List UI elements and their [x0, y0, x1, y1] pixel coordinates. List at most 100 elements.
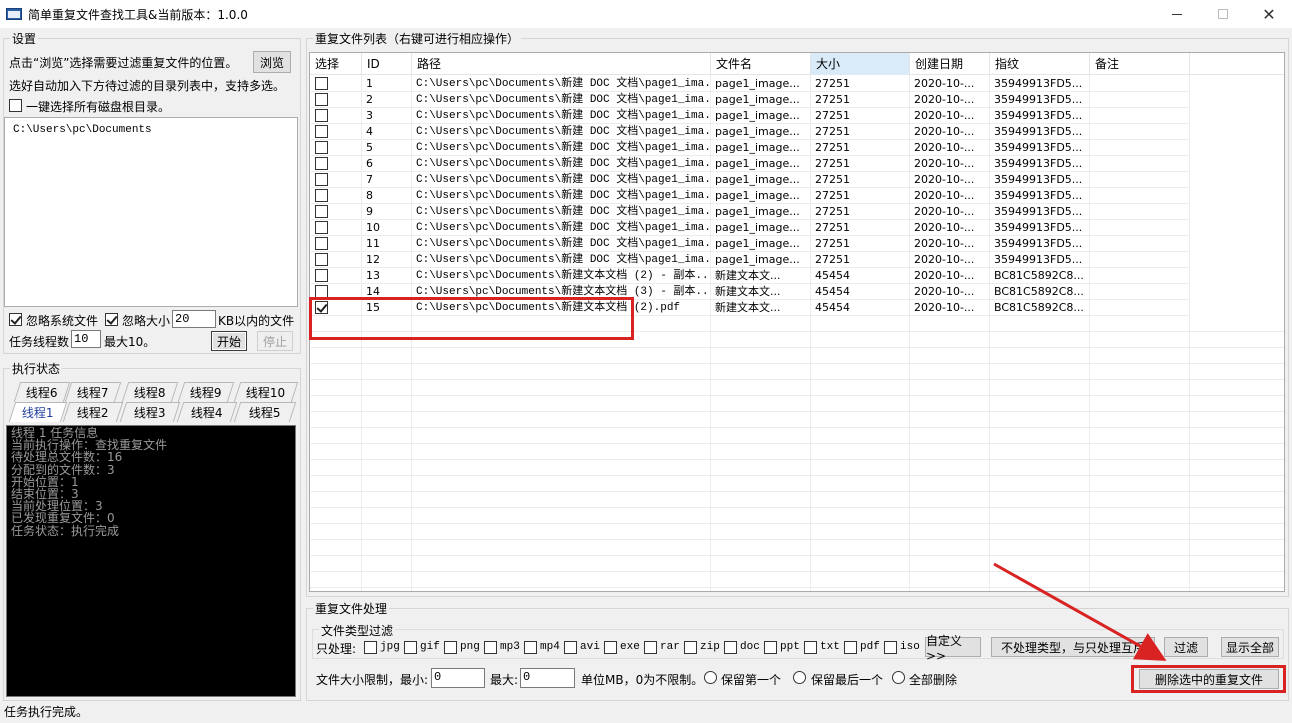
row-checkbox[interactable]	[315, 93, 328, 106]
tab-thread-5[interactable]: 线程5	[233, 402, 297, 422]
tab-thread-6[interactable]: 线程6	[13, 382, 71, 402]
column-header-size[interactable]: 大小	[811, 53, 910, 75]
tab-thread-9[interactable]: 线程9	[177, 382, 235, 402]
row-checkbox[interactable]	[315, 189, 328, 202]
type-label-mp3: mp3	[500, 641, 520, 653]
row-checkbox[interactable]	[315, 221, 328, 234]
type-checkbox-pdf[interactable]	[844, 641, 857, 654]
cell-path: C:\Users\pc\Documents\新建 DOC 文档\page1_im…	[412, 156, 711, 172]
cell-path: C:\Users\pc\Documents\新建 DOC 文档\page1_im…	[412, 124, 711, 140]
table-row[interactable]: 10 C:\Users\pc\Documents\新建 DOC 文档\page1_…	[310, 220, 1284, 236]
delete-all-radio[interactable]	[892, 671, 905, 684]
cell-note	[1090, 140, 1190, 156]
column-header-note[interactable]: 备注	[1090, 53, 1190, 75]
type-checkbox-gif[interactable]	[404, 641, 417, 654]
table-row[interactable]: 9 C:\Users\pc\Documents\新建 DOC 文档\page1_i…	[310, 204, 1284, 220]
table-row[interactable]: 5 C:\Users\pc\Documents\新建 DOC 文档\page1_i…	[310, 140, 1284, 156]
type-checkbox-avi[interactable]	[564, 641, 577, 654]
table-row[interactable]: 6 C:\Users\pc\Documents\新建 DOC 文档\page1_i…	[310, 156, 1284, 172]
table-row[interactable]: 3 C:\Users\pc\Documents\新建 DOC 文档\page1_i…	[310, 108, 1284, 124]
max-size-input[interactable]: 0	[520, 668, 575, 688]
tab-thread-10[interactable]: 线程10	[233, 382, 299, 402]
cell-id: 7	[362, 172, 412, 188]
cell-path: C:\Users\pc\Documents\新建 DOC 文档\page1_im…	[412, 252, 711, 268]
cell-size: 27251	[811, 204, 910, 220]
cell-path: C:\Users\pc\Documents\新建 DOC 文档\page1_im…	[412, 236, 711, 252]
type-checkbox-png[interactable]	[444, 641, 457, 654]
tab-thread-1[interactable]: 线程1	[8, 402, 68, 422]
column-header-name[interactable]: 文件名	[711, 53, 811, 75]
tab-thread-8[interactable]: 线程8	[121, 382, 179, 402]
ignore-size-input[interactable]: 20	[172, 310, 216, 328]
row-checkbox[interactable]	[315, 125, 328, 138]
tab-thread-7[interactable]: 线程7	[64, 382, 122, 402]
directory-list[interactable]: C:\Users\pc\Documents	[4, 117, 298, 307]
row-checkbox[interactable]	[315, 237, 328, 250]
table-row[interactable]: 2 C:\Users\pc\Documents\新建 DOC 文档\page1_i…	[310, 92, 1284, 108]
close-button[interactable]: ✕	[1246, 0, 1292, 28]
row-checkbox[interactable]	[315, 157, 328, 170]
cell-note	[1090, 156, 1190, 172]
thread-console[interactable]: 线程 1 任务信息 当前执行操作：查找重复文件 待处理总文件数：16 分配到的文…	[6, 425, 296, 697]
start-button[interactable]: 开始	[211, 331, 247, 351]
cell-size: 27251	[811, 188, 910, 204]
row-checkbox[interactable]	[315, 205, 328, 218]
cell-size: 45454	[811, 300, 910, 316]
column-header-date[interactable]: 创建日期	[910, 53, 990, 75]
min-size-input[interactable]: 0	[431, 668, 485, 688]
minimize-button[interactable]	[1154, 0, 1200, 28]
type-checkbox-mp4[interactable]	[524, 641, 537, 654]
type-checkbox-iso[interactable]	[884, 641, 897, 654]
cell-id: 1	[362, 76, 412, 92]
show-all-button[interactable]: 显示全部	[1221, 637, 1279, 657]
cell-note	[1090, 92, 1190, 108]
type-label-exe: exe	[620, 641, 640, 653]
table-row[interactable]: 4 C:\Users\pc\Documents\新建 DOC 文档\page1_i…	[310, 124, 1284, 140]
cell-select	[310, 220, 362, 236]
type-checkbox-jpg[interactable]	[364, 641, 377, 654]
column-header-select[interactable]: 选择	[310, 53, 362, 75]
type-checkbox-rar[interactable]	[644, 641, 657, 654]
row-checkbox[interactable]	[315, 173, 328, 186]
column-header-id[interactable]: ID	[362, 53, 412, 75]
tab-thread-4[interactable]: 线程4	[176, 402, 238, 422]
type-checkbox-exe[interactable]	[604, 641, 617, 654]
ignore-size-checkbox[interactable]	[105, 313, 118, 326]
cell-id: 13	[362, 268, 412, 284]
type-checkbox-ppt[interactable]	[764, 641, 777, 654]
row-checkbox[interactable]	[315, 253, 328, 266]
cell-date: 2020-10-...	[910, 284, 990, 300]
directory-item[interactable]: C:\Users\pc\Documents	[13, 124, 152, 136]
type-checkbox-txt[interactable]	[804, 641, 817, 654]
type-checkbox-doc[interactable]	[724, 641, 737, 654]
row-checkbox[interactable]	[315, 77, 328, 90]
column-header-hash[interactable]: 指纹	[990, 53, 1090, 75]
ignore-system-checkbox[interactable]	[9, 313, 22, 326]
column-header-path[interactable]: 路径	[412, 53, 711, 75]
row-checkbox[interactable]	[315, 109, 328, 122]
cell-date: 2020-10-...	[910, 188, 990, 204]
row-checkbox[interactable]	[315, 269, 328, 282]
cell-path: C:\Users\pc\Documents\新建 DOC 文档\page1_im…	[412, 140, 711, 156]
type-checkbox-mp3[interactable]	[484, 641, 497, 654]
table-row[interactable]: 11 C:\Users\pc\Documents\新建 DOC 文档\page1_…	[310, 236, 1284, 252]
custom-button[interactable]: 自定义>>	[925, 634, 981, 663]
minimize-icon	[1172, 13, 1182, 15]
cell-id: 11	[362, 236, 412, 252]
filter-button[interactable]: 过滤	[1164, 637, 1208, 657]
table-row[interactable]: 13 C:\Users\pc\Documents\新建文本文档 (2) - 副本.…	[310, 268, 1284, 284]
threads-input[interactable]: 10	[71, 330, 101, 348]
table-row[interactable]: 1 C:\Users\pc\Documents\新建 DOC 文档\page1_i…	[310, 76, 1284, 92]
row-checkbox[interactable]	[315, 141, 328, 154]
browse-button[interactable]: 浏览	[253, 51, 291, 73]
table-row[interactable]: 8 C:\Users\pc\Documents\新建 DOC 文档\page1_i…	[310, 188, 1284, 204]
type-checkbox-zip[interactable]	[684, 641, 697, 654]
tab-thread-3[interactable]: 线程3	[119, 402, 181, 422]
file-list-group-label: 重复文件列表（右键可进行相应操作）	[313, 30, 522, 47]
keep-first-radio[interactable]	[704, 671, 717, 684]
tab-thread-2[interactable]: 线程2	[62, 402, 124, 422]
select-all-drives-checkbox[interactable]	[9, 99, 22, 112]
table-row[interactable]: 7 C:\Users\pc\Documents\新建 DOC 文档\page1_i…	[310, 172, 1284, 188]
keep-last-radio[interactable]	[793, 671, 806, 684]
table-row[interactable]: 12 C:\Users\pc\Documents\新建 DOC 文档\page1_…	[310, 252, 1284, 268]
